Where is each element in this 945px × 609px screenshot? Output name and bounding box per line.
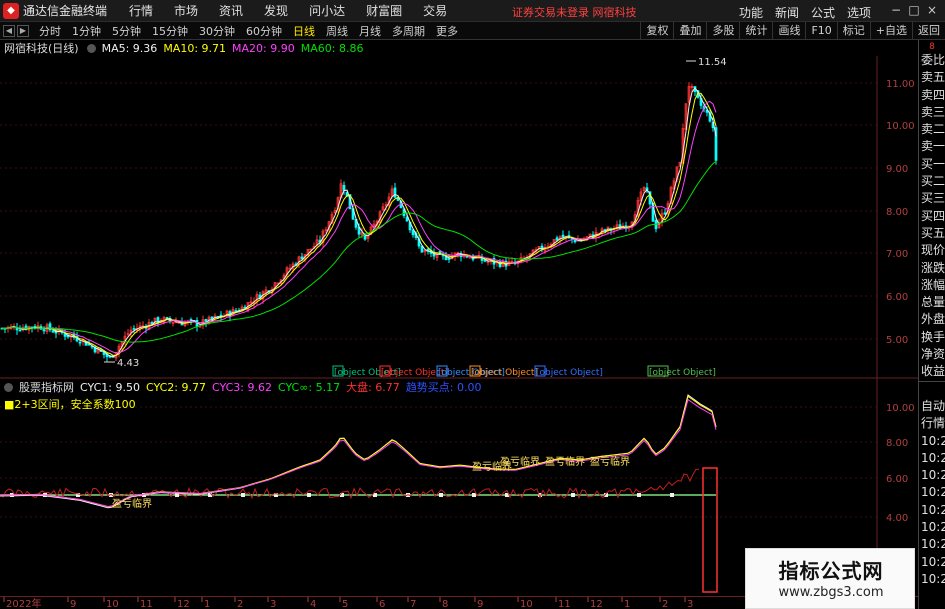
price-axis-label: 11.00 — [886, 79, 915, 90]
price-axis-label: 7.00 — [886, 249, 908, 260]
candle-body — [87, 343, 91, 346]
candle-body — [555, 237, 559, 241]
quote-side-panel: 8 委比 卖五 卖四 卖三 卖二 卖一 买一 买二 买三 买四 买五 现价 涨跌 涨幅 总量 外盘 换手 净资 收益… — [918, 40, 945, 609]
side-item[interactable]: 净资 — [919, 346, 945, 363]
indicator-axis-label: 10.00 — [886, 403, 915, 414]
trend-buy-label: 趋势买点: 0.00 — [405, 381, 482, 394]
price-axis-label: 10.00 — [886, 121, 915, 132]
baseline-marker — [637, 493, 641, 497]
market-spike — [702, 467, 718, 593]
side-item[interactable]: 买一 — [919, 156, 945, 173]
side-item[interactable]: 行情 — [919, 415, 945, 432]
break-even-label: 盈亏临界 — [545, 455, 585, 468]
cyc1-label: CYC1: 9.50 — [80, 380, 140, 394]
signal-label: [object Object] — [536, 368, 603, 378]
break-even-label: 盈亏临界 — [112, 497, 152, 510]
signal-label: [object Object] — [471, 368, 538, 378]
candle-body — [132, 328, 136, 330]
candle-body — [189, 319, 193, 321]
side-item[interactable]: 涨跌 — [919, 260, 945, 277]
ma-line-0 — [1, 87, 717, 358]
side-item[interactable]: 10:27 — [919, 484, 945, 501]
break-even-label: 盈亏临界 — [500, 455, 540, 468]
kline-chart[interactable]: 11.00 10.00 9.00 8.00 7.00 6.00 5.00 10.00 8.00 6… — [0, 0, 918, 609]
cyc2-line — [0, 395, 717, 508]
candle-body — [18, 329, 22, 332]
market-label: 大盘: 6.77 — [346, 381, 400, 394]
high-label: 11.54 — [698, 57, 727, 68]
side-item[interactable]: 10:27 — [919, 450, 945, 467]
indicator-subtitle: ■2+3区间，安全系数100 — [4, 398, 136, 411]
ma-line-3 — [1, 160, 717, 343]
side-item[interactable]: 买四 — [919, 208, 945, 225]
indicator-dot-icon[interactable] — [4, 382, 13, 392]
side-item[interactable]: 买二 — [919, 173, 945, 190]
side-item[interactable]: 自动 — [919, 398, 945, 415]
price-axis-label: 6.00 — [886, 292, 908, 303]
baseline-marker — [571, 493, 575, 497]
watermark-url: www.zbgs3.com — [778, 585, 884, 600]
indicator-name: 股票指标网 — [19, 381, 74, 394]
price-axis-label: 5.00 — [886, 335, 908, 346]
candle-body — [447, 258, 451, 260]
candle-body — [165, 317, 169, 319]
side-item[interactable]: 现价 — [919, 242, 945, 259]
price-axis-label: 8.00 — [886, 207, 908, 218]
baseline-marker — [241, 493, 245, 497]
baseline-marker — [472, 493, 476, 497]
break-even-label: 盈亏临界 — [590, 455, 630, 468]
side-item[interactable]: 涨幅 — [919, 277, 945, 294]
side-item[interactable]: 卖四 — [919, 87, 945, 104]
side-item[interactable]: 收益 — [919, 363, 945, 380]
signal-label: [object Object] — [649, 368, 716, 378]
side-item[interactable]: 10:27 — [919, 467, 945, 484]
side-item[interactable]: 10:27 — [919, 571, 945, 588]
side-item[interactable] — [919, 380, 945, 398]
cyc2-label: CYC2: 9.77 — [145, 380, 206, 394]
side-item[interactable]: 10:27 — [919, 502, 945, 519]
candle-body — [663, 212, 667, 215]
side-tag: 8 — [929, 42, 935, 52]
watermark-logo: 指标公式网 www.zbgs3.com — [745, 548, 915, 609]
baseline-marker — [439, 493, 443, 497]
side-item[interactable]: 10:27 — [919, 433, 945, 450]
close-icon[interactable]: × — [923, 3, 941, 17]
candle-body — [42, 329, 46, 332]
cyc3-line — [0, 398, 717, 508]
watermark-title: 指标公式网 — [778, 559, 884, 583]
side-item[interactable]: 换手 — [919, 329, 945, 346]
side-item[interactable]: 卖三 — [919, 104, 945, 121]
indicator-axis-label: 6.00 — [886, 474, 908, 485]
low-label: 4.43 — [117, 358, 139, 369]
side-item[interactable]: 外盘 — [919, 311, 945, 328]
app-window: ◆ 通达信金融终端 行情 市场 资讯 发现 问小达 财富圈 交易 证券交易未登录… — [0, 0, 945, 609]
indicator-axis-label: 8.00 — [886, 438, 908, 449]
indicator-legend: 股票指标网 CYC1: 9.50 CYC2: 9.77 CYC3: 9.62 C… — [0, 380, 488, 394]
candle-body — [342, 184, 346, 191]
candle-body — [393, 187, 397, 198]
side-item[interactable]: 买三 — [919, 190, 945, 207]
side-item[interactable]: 10:27 — [919, 554, 945, 571]
side-item[interactable]: 10:27 — [919, 536, 945, 553]
cyc-inf-label: CYC∞: 5.17 — [277, 380, 341, 394]
cyc3-label: CYC3: 9.62 — [211, 380, 272, 394]
market-line — [0, 468, 700, 500]
candle-body — [78, 341, 82, 344]
price-axis-label: 9.00 — [886, 164, 908, 175]
side-item[interactable]: 买五 — [919, 225, 945, 242]
candle-body — [561, 234, 565, 238]
side-item[interactable]: 卖一 — [919, 138, 945, 155]
baseline-marker — [670, 493, 674, 497]
side-item[interactable]: 10:27 — [919, 519, 945, 536]
indicator-axis-label: 4.00 — [886, 513, 908, 524]
side-item[interactable]: 卖二 — [919, 121, 945, 138]
side-item[interactable]: 总量 — [919, 294, 945, 311]
candle-body — [51, 330, 55, 333]
side-item[interactable]: 委比 — [919, 52, 945, 69]
side-item[interactable]: 卖五 — [919, 69, 945, 86]
baseline-marker — [307, 493, 311, 497]
